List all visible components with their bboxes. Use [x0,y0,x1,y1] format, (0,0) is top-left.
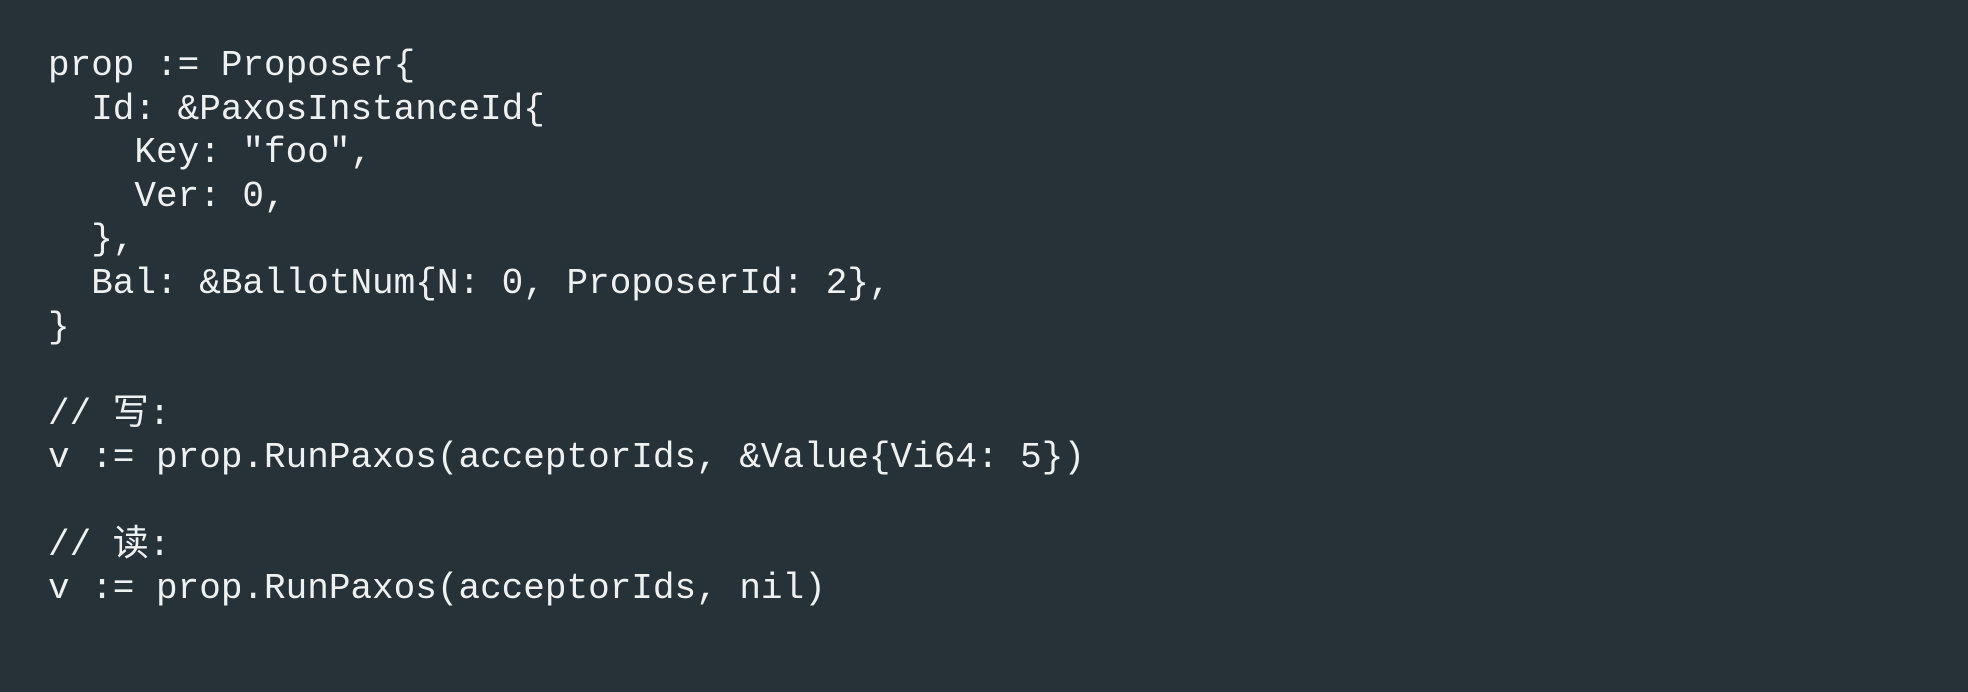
code-comment-read: // 读: [48,524,171,566]
code-line-read-call: v := prop.RunPaxos(acceptorIds, nil) [48,568,826,610]
code-line-7: } [48,306,70,348]
code-line-3: Key: "foo", [48,132,373,174]
code-line-write-call: v := prop.RunPaxos(acceptorIds, &Value{V… [48,437,1085,479]
code-line-blank-1 [48,349,1968,393]
code-comment-write: // 写: [48,393,171,435]
code-line-4: Ver: 0, [48,175,286,217]
code-line-1: prop := Proposer{ [48,45,416,86]
code-line-6: Bal: &BallotNum{N: 0, ProposerId: 2}, [48,262,891,304]
code-line-blank-2 [48,480,1968,524]
code-line-2: Id: &PaxosInstanceId{ [48,88,545,130]
code-block: prop := Proposer{ Id: &PaxosInstanceId{ … [0,0,1968,692]
code-line-5: }, [48,219,135,261]
